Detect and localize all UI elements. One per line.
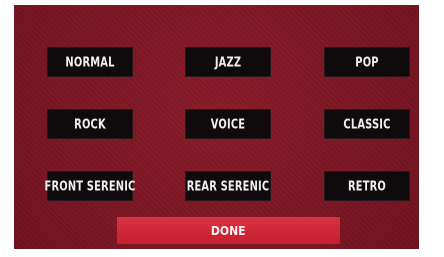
done-button-label: DONE (211, 223, 246, 238)
preset-button-label: JAZZ (214, 54, 242, 70)
preset-button-rear-serenic[interactable]: REAR SERENIC (185, 171, 271, 201)
preset-button-jazz[interactable]: JAZZ (185, 47, 271, 77)
preset-button-label: POP (355, 54, 379, 70)
preset-button-label: ROCK (74, 116, 106, 132)
done-button[interactable]: DONE (117, 217, 340, 244)
preset-button-front-serenic[interactable]: FRONT SERENIC (44, 171, 136, 201)
preset-button-label: VOICE (210, 116, 246, 132)
preset-button-label: RETRO (347, 178, 387, 194)
preset-button-pop[interactable]: POP (324, 47, 410, 77)
preset-button-rock[interactable]: ROCK (47, 109, 133, 139)
preset-button-normal[interactable]: NORMAL (47, 47, 133, 77)
preset-button-retro[interactable]: RETRO (324, 171, 410, 201)
preset-button-label: CLASSIC (343, 116, 391, 132)
eq-preset-panel: NORMAL JAZZ POP ROCK VOICE CLASSIC FRONT… (14, 5, 419, 249)
preset-button-classic[interactable]: CLASSIC (324, 109, 410, 139)
preset-button-voice[interactable]: VOICE (185, 109, 271, 139)
preset-button-label: REAR SERENIC (186, 178, 270, 194)
preset-button-label: NORMAL (65, 54, 115, 70)
preset-button-label: FRONT SERENIC (44, 178, 136, 194)
